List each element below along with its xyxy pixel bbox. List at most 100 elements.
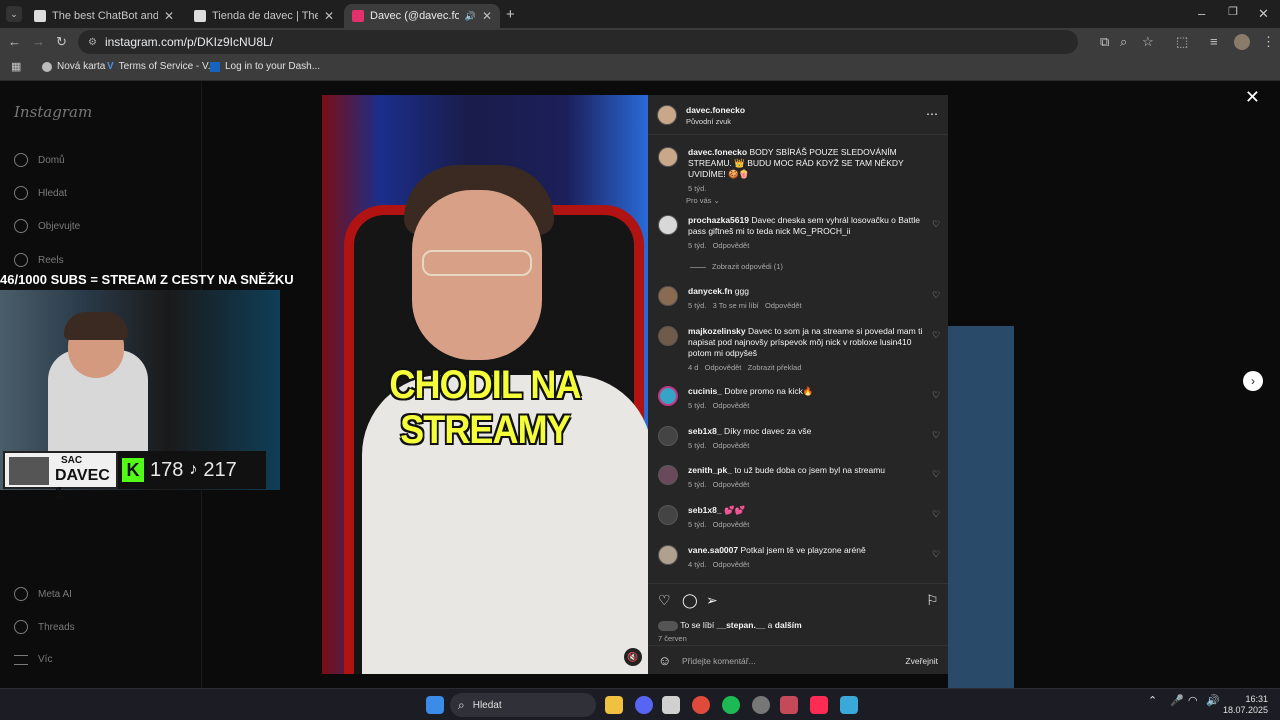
caption-username[interactable]: davec.fonecko — [688, 147, 747, 157]
likes-user[interactable]: __stepan.__ — [717, 620, 766, 630]
tiktok-app-icon[interactable] — [810, 696, 828, 714]
save-icon[interactable]: ⚐ — [926, 592, 939, 609]
close-modal-icon[interactable]: ✕ — [1245, 87, 1260, 108]
fortnite-icon[interactable] — [840, 696, 858, 714]
tab-search-icon[interactable]: ⌄ — [6, 6, 22, 22]
like-comment-icon[interactable]: ♡ — [932, 509, 940, 520]
comment-meta[interactable]: 5 týd. Odpovědět — [688, 401, 926, 410]
nav-search[interactable]: Hledat — [14, 186, 67, 200]
emoji-icon[interactable]: ☺ — [658, 653, 671, 668]
view-replies[interactable]: Zobrazit odpovědi (1) — [690, 262, 783, 271]
new-tab-icon[interactable]: + — [506, 7, 515, 22]
likes-others[interactable]: dalším — [775, 620, 802, 630]
like-comment-icon[interactable]: ♡ — [932, 430, 940, 441]
speaker-icon[interactable]: 🔊 — [465, 11, 476, 22]
spotify-icon[interactable] — [722, 696, 740, 714]
site-info-icon[interactable]: ⚙ — [88, 37, 97, 48]
commenter-avatar[interactable] — [658, 386, 678, 406]
like-comment-icon[interactable]: ♡ — [932, 549, 940, 560]
comment-username[interactable]: prochazka5619 — [688, 215, 749, 225]
profile-avatar-icon[interactable] — [1234, 34, 1250, 50]
minimize-icon[interactable]: – — [1198, 7, 1205, 20]
author-avatar[interactable] — [658, 147, 678, 167]
commenter-avatar[interactable] — [658, 215, 678, 235]
bookmark-terms[interactable]: V Terms of Service - V... — [107, 61, 216, 72]
apps-icon[interactable]: ▦ — [11, 62, 21, 73]
comment-username[interactable]: danycek.fn — [688, 286, 732, 296]
mic-icon[interactable]: 🎤 — [1170, 694, 1184, 707]
nav-home[interactable]: Domů — [14, 153, 65, 167]
mute-icon[interactable]: 🔇 — [624, 648, 642, 666]
restore-icon[interactable]: ❐ — [1228, 7, 1238, 18]
commenter-avatar[interactable] — [658, 326, 678, 346]
forward-icon[interactable]: → — [32, 35, 45, 48]
author-username[interactable]: davec.fonecko — [686, 105, 745, 115]
nav-reels[interactable]: Reels — [14, 253, 64, 267]
file-explorer-icon[interactable] — [605, 696, 623, 714]
cast-icon[interactable]: ⧉ — [1100, 35, 1109, 48]
f-app-icon[interactable] — [780, 696, 798, 714]
nav-meta-ai[interactable]: Meta AI — [14, 587, 72, 601]
bookmark-dash[interactable]: Log in to your Dash... — [210, 61, 320, 72]
comment-username[interactable]: zenith_pk_ — [688, 465, 732, 475]
more-options-icon[interactable]: ⋯ — [926, 107, 938, 121]
back-icon[interactable]: ← — [8, 35, 21, 48]
author-avatar[interactable] — [657, 105, 677, 125]
instagram-logo[interactable]: Instagram — [14, 103, 92, 121]
likes-summary[interactable]: To se líbí __stepan.__ a dalším — [658, 620, 802, 631]
comment-input[interactable]: Přidejte komentář... — [682, 656, 756, 666]
steam-icon[interactable] — [752, 696, 770, 714]
app-icon[interactable] — [662, 696, 680, 714]
like-comment-icon[interactable]: ♡ — [932, 390, 940, 401]
window-close-icon[interactable]: ✕ — [1258, 7, 1269, 20]
close-tab-icon[interactable]: ✕ — [482, 9, 492, 23]
discord-icon[interactable] — [635, 696, 653, 714]
close-tab-icon[interactable]: ✕ — [164, 9, 174, 23]
extensions-icon[interactable]: ⬚ — [1176, 35, 1188, 48]
nav-threads[interactable]: Threads — [14, 620, 75, 634]
reading-list-icon[interactable]: ≡ — [1210, 35, 1218, 48]
tab-tienda[interactable]: Tienda de davec | The best Cha ✕ — [186, 4, 342, 28]
comment-meta[interactable]: 4 d Odpovědět Zobrazit překlad — [688, 363, 926, 372]
comment-username[interactable]: majkozelinsky — [688, 326, 746, 336]
comment-username[interactable]: seb1x8_ — [688, 426, 722, 436]
volume-icon[interactable]: 🔊 — [1206, 694, 1220, 707]
clock[interactable]: 16:31 18.07.2025 — [1222, 694, 1268, 716]
tab-instagram[interactable]: Davec (@davec.fonecko) • 🔊 ✕ — [344, 4, 500, 28]
like-icon[interactable]: ♡ — [658, 592, 671, 609]
comment-icon[interactable]: ◯ — [682, 592, 698, 609]
audio-label[interactable]: Původní zvuk — [686, 117, 731, 126]
comment-meta[interactable]: 5 týd. Odpovědět — [688, 241, 926, 250]
commenter-avatar[interactable] — [658, 286, 678, 306]
menu-icon[interactable]: ⋮ — [1262, 35, 1275, 48]
like-comment-icon[interactable]: ♡ — [932, 219, 940, 230]
nav-explore[interactable]: Objevujte — [14, 219, 80, 233]
commenter-avatar[interactable] — [658, 545, 678, 565]
commenter-avatar[interactable] — [658, 465, 678, 485]
tab-chatbot[interactable]: The best ChatBot and Widgets ✕ — [26, 4, 182, 28]
close-tab-icon[interactable]: ✕ — [324, 9, 334, 23]
taskbar-search[interactable]: ⌕ Hledat — [450, 693, 596, 717]
comment-username[interactable]: seb1x8_ — [688, 505, 722, 515]
commenter-avatar[interactable] — [658, 426, 678, 446]
publish-button[interactable]: Zveřejnit — [905, 656, 938, 666]
nav-more[interactable]: Víc — [14, 654, 52, 665]
share-icon[interactable]: ➢ — [706, 592, 718, 609]
commenter-avatar[interactable] — [658, 505, 678, 525]
comment-meta[interactable]: 5 týd. Odpovědět — [688, 480, 926, 489]
comment-filter[interactable]: Pro vás ⌄ — [686, 196, 720, 205]
reload-icon[interactable]: ↻ — [56, 35, 67, 48]
comment-meta[interactable]: 5 týd. 3 To se mi líbí Odpovědět — [688, 301, 926, 310]
next-post-icon[interactable]: › — [1243, 371, 1263, 391]
comment-username[interactable]: cucinis_ — [688, 386, 722, 396]
zoom-icon[interactable]: ⌕ — [1120, 35, 1127, 48]
tray-chevron-icon[interactable]: ⌃ — [1148, 694, 1157, 707]
windows-start-icon[interactable] — [426, 696, 444, 714]
comment-meta[interactable]: 5 týd. Odpovědět — [688, 520, 926, 529]
bookmark-nova-karta[interactable]: Nová karta — [42, 61, 105, 72]
comment-meta[interactable]: 4 týd. Odpovědět — [688, 560, 926, 569]
chrome-icon[interactable] — [692, 696, 710, 714]
comment-meta[interactable]: 5 týd. Odpovědět — [688, 441, 926, 450]
wifi-icon[interactable]: ◠ — [1188, 694, 1198, 707]
address-bar[interactable]: ⚙ instagram.com/p/DKIz9IcNU8L/ — [78, 30, 1078, 54]
